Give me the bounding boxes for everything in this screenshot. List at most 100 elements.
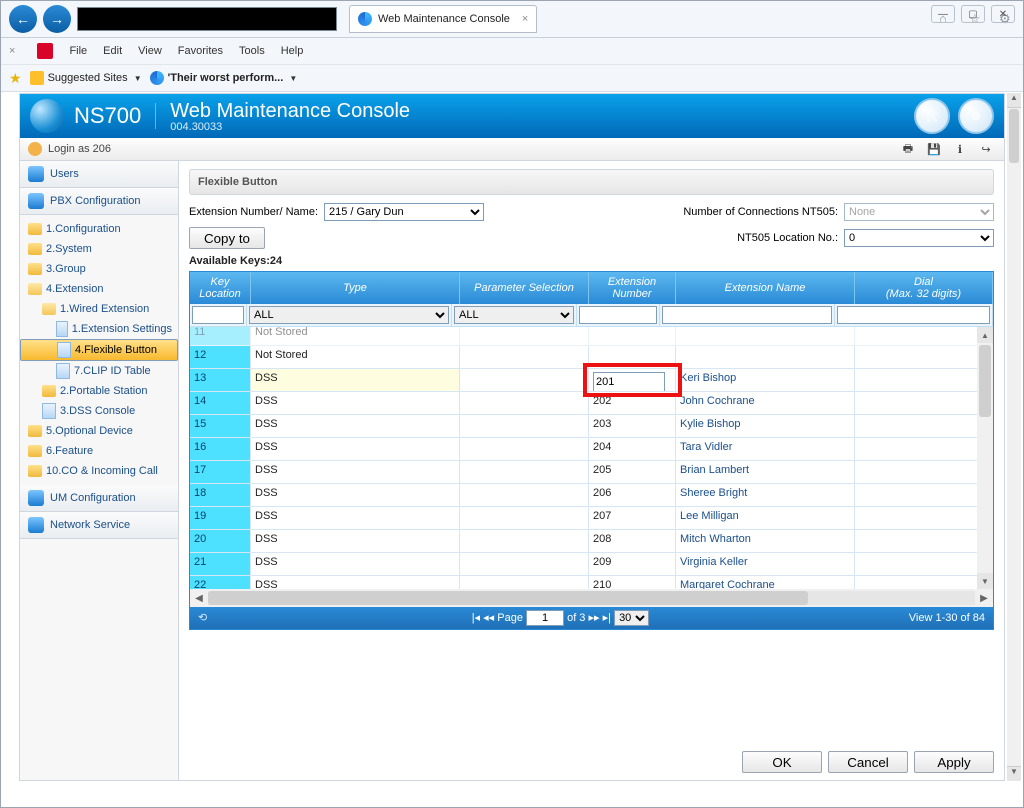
tree-configuration[interactable]: 1.Configuration [20,219,178,239]
suggested-sites-link[interactable]: Suggested Sites▼ [30,71,142,85]
pager-pagesize-select[interactable]: 30 [614,610,649,626]
folder-open-icon [28,283,42,295]
table-row[interactable]: 16DSS204Tara Vidler [190,438,993,461]
col-key[interactable]: Key Location [190,272,251,304]
ok-button[interactable]: OK [742,751,822,773]
menu-help[interactable]: Help [281,45,304,57]
table-row[interactable]: 15DSS203Kylie Bishop [190,415,993,438]
table-row[interactable]: 19DSS207Lee Milligan [190,507,993,530]
tree-portable-station[interactable]: 2.Portable Station [20,381,178,401]
sidebar-section-um[interactable]: UM Configuration [20,485,178,512]
setup-button[interactable]: ⚙ [958,98,994,134]
sidebar-section-network[interactable]: Network Service [20,512,178,539]
col-parameter[interactable]: Parameter Selection [460,272,589,304]
pager-prev-icon[interactable]: ◂◂ [483,612,494,624]
add-favorite-icon[interactable]: ★ [9,70,22,87]
scroll-down-icon[interactable]: ▼ [977,573,993,589]
tools-button[interactable]: 🛠 [914,98,950,134]
nav-forward-button[interactable]: → [43,5,71,33]
browser-tab[interactable]: Web Maintenance Console × [349,5,537,33]
sidebar-section-pbx[interactable]: PBX Configuration [20,188,178,215]
filter-type-select[interactable]: ALL [249,306,449,324]
cancel-button[interactable]: Cancel [828,751,908,773]
filter-name-input[interactable] [662,306,832,324]
table-row[interactable]: 22DSS210Margaret Cochrane [190,576,993,589]
page-vertical-scrollbar[interactable]: ▲ ▼ [1007,93,1021,781]
window-close-icon[interactable]: ✕ [991,5,1015,23]
tree-dss-console[interactable]: 3.DSS Console [20,401,178,421]
menu-tools[interactable]: Tools [239,45,265,57]
menu-edit[interactable]: Edit [103,45,122,57]
cell-name [676,327,855,345]
tree-clip-id[interactable]: 7.CLIP ID Table [20,361,178,381]
menu-view[interactable]: View [138,45,162,57]
tree-extension-settings[interactable]: 1.Extension Settings [20,319,178,339]
cell-type: DSS [251,438,460,460]
scroll-thumb[interactable] [208,591,808,605]
logout-icon[interactable]: ↪ [976,140,996,158]
scroll-left-icon[interactable]: ◀ [190,593,208,604]
tree-extension[interactable]: 4.Extension [20,279,178,299]
filter-key-input[interactable] [192,306,244,324]
users-icon [28,166,44,182]
pager-page-input[interactable] [526,610,564,626]
nav-back-button[interactable]: ← [9,5,37,33]
tree-optional-device[interactable]: 5.Optional Device [20,421,178,441]
pager-last-icon[interactable]: ▸| [603,612,611,624]
extension-select[interactable]: 215 / Gary Dun [324,203,484,221]
copy-to-button[interactable]: Copy to [189,227,265,249]
filter-param-select[interactable]: ALL [454,306,574,324]
page-icon [57,342,71,358]
table-row[interactable]: 11Not Stored [190,327,993,346]
scroll-down-icon[interactable]: ▼ [1007,766,1021,781]
col-type[interactable]: Type [251,272,460,304]
bookmark-link[interactable]: 'Their worst perform...▼ [150,71,298,85]
tree-flexible-button[interactable]: 4.Flexible Button [20,339,178,361]
grid-vertical-scrollbar[interactable]: ▲ ▼ [977,327,993,589]
table-row[interactable]: 21DSS209Virginia Keller [190,553,993,576]
col-dial[interactable]: Dial(Max. 32 digits) [855,272,993,304]
ext-number-input[interactable] [593,372,665,391]
location-select[interactable]: 0 [844,229,994,247]
cell-name [676,346,855,368]
filter-ext-input[interactable] [579,306,657,324]
address-input[interactable] [77,7,337,31]
table-row[interactable]: 12Not Stored [190,346,993,369]
menu-file[interactable]: File [69,45,87,57]
window-maximize-icon[interactable]: ▢ [961,5,985,23]
scroll-thumb[interactable] [979,345,991,417]
filter-dial-input[interactable] [837,306,990,324]
refresh-icon[interactable]: ⟲ [198,611,212,625]
toolbar-close-icon[interactable]: × [9,45,15,57]
tree-co-incoming[interactable]: 10.CO & Incoming Call [20,461,178,481]
info-icon[interactable]: ℹ [950,140,970,158]
tree-system[interactable]: 2.System [20,239,178,259]
table-row[interactable]: 13DSSKeri Bishop [190,369,993,392]
sidebar-section-users[interactable]: Users [20,161,178,188]
menu-favorites[interactable]: Favorites [178,45,223,57]
scroll-up-icon[interactable]: ▲ [977,327,993,343]
col-name[interactable]: Extension Name [676,272,855,304]
apply-button[interactable]: Apply [914,751,994,773]
print-icon[interactable]: 🖶 [898,140,918,158]
tab-close-icon[interactable]: × [522,13,528,25]
table-row[interactable]: 20DSS208Mitch Wharton [190,530,993,553]
scroll-right-icon[interactable]: ▶ [975,593,993,604]
table-row[interactable]: 18DSS206Sheree Bright [190,484,993,507]
scroll-up-icon[interactable]: ▲ [1007,93,1021,108]
pager-next-icon[interactable]: ▸▸ [589,612,600,624]
pager-first-icon[interactable]: |◂ [472,612,480,624]
table-row[interactable]: 14DSS202John Cochrane [190,392,993,415]
connections-select[interactable]: None [844,203,994,221]
scroll-thumb[interactable] [1009,109,1019,163]
table-row[interactable]: 17DSS205Brian Lambert [190,461,993,484]
tree-group[interactable]: 3.Group [20,259,178,279]
tree-feature[interactable]: 6.Feature [20,441,178,461]
window-minimize-icon[interactable]: — [931,5,955,23]
save-icon[interactable]: 💾 [924,140,944,158]
col-extension[interactable]: Extension Number [589,272,676,304]
lastpass-icon[interactable] [37,43,53,59]
tree-wired-extension[interactable]: 1.Wired Extension [20,299,178,319]
cell-dial [855,346,993,368]
grid-horizontal-scrollbar[interactable]: ◀ ▶ [190,589,993,607]
